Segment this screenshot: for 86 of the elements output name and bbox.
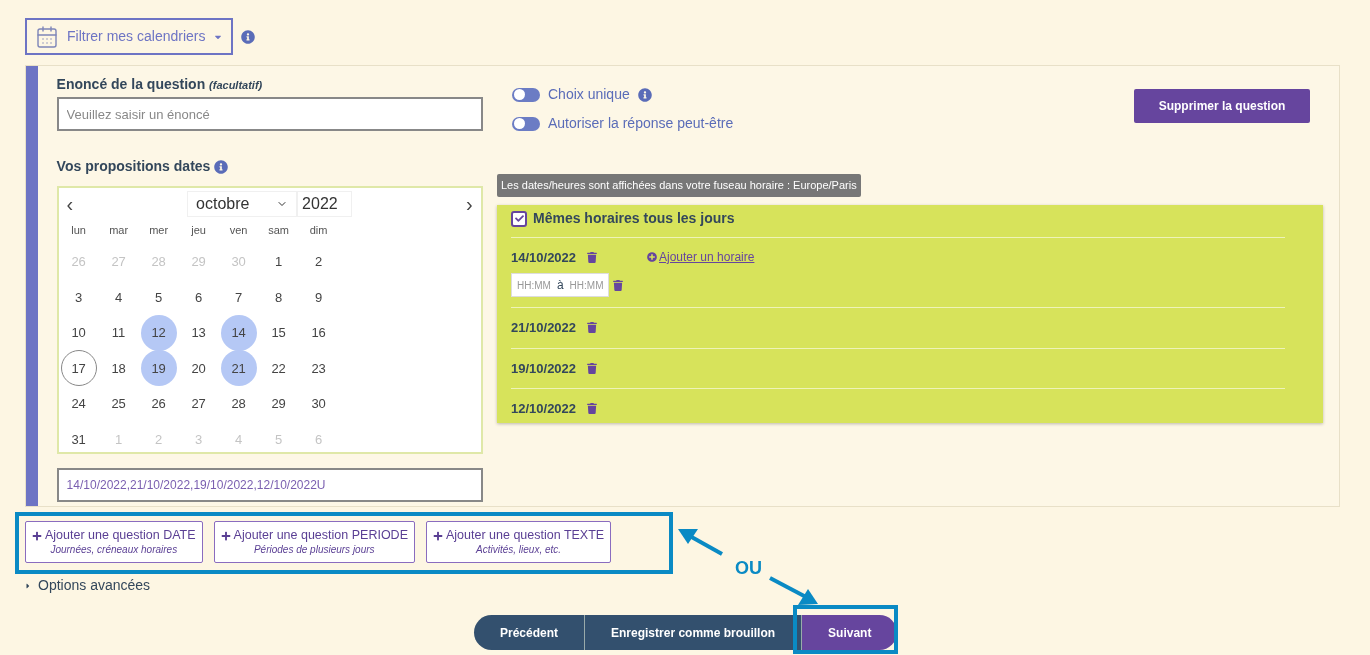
toggle-switch[interactable] [512,87,540,102]
calendar-day[interactable]: 11 [100,314,137,351]
info-icon[interactable] [637,87,652,102]
arrow [678,529,723,556]
date-label: 14/10/2022 [511,248,578,267]
next-month-button[interactable]: › [465,194,473,214]
calendar-day[interactable]: 18 [100,350,137,387]
year-field[interactable]: 2022 [297,191,353,217]
delete-question-button[interactable]: Supprimer la question [1134,89,1310,123]
previous-month-button[interactable]: ‹ [66,194,74,214]
trash-icon[interactable] [613,279,624,291]
weekday-label: lun [71,222,86,238]
calendar-day[interactable]: 24 [60,385,97,422]
date-label: 21/10/2022 [511,319,578,337]
calendar-day[interactable]: 15 [260,314,297,351]
weekday-label: mer [149,222,169,238]
calendar-day[interactable]: 28 [220,385,257,422]
month-select[interactable]: octobre [187,191,298,217]
calendar-day[interactable]: 1 [260,243,297,280]
calendar-day[interactable]: 6 [180,279,217,316]
weekday-label: jeu [191,222,206,238]
selected-dates-field[interactable]: 14/10/2022,21/10/2022,19/10/2022,12/10/2022U [56,468,483,502]
toggle-label: Autoriser la réponse peut-être [548,114,734,133]
checkbox[interactable] [511,210,527,227]
plus-icon [220,530,231,541]
start-time-placeholder: HH:MM [517,278,551,293]
filter-calendars-button[interactable]: Filtrer mes calendriers [25,18,234,55]
plus-icon [432,530,443,541]
weekday-label: dim [309,222,328,238]
weekday-label: sam [268,222,289,238]
calendar-day[interactable]: 19 [140,350,177,387]
check-icon [514,214,524,223]
calendar-day[interactable]: 20 [180,350,217,387]
info-icon[interactable] [214,159,229,174]
question-input[interactable]: Veuillez saisir un énoncé [56,97,483,131]
arrow [769,576,818,605]
timezone-note: Les dates/heures sont affichées dans votre fuseau horaire : Europe/Paris [497,174,861,197]
time-range-field[interactable]: HH:MM à HH:MM [511,273,610,297]
add-question-button[interactable]: Ajouter une question PERIODE Périodes de plusieurs jours [213,521,415,563]
dates-label: Vos propositions dates [56,157,211,176]
add-question-button[interactable]: Ajouter une question DATE Journées, créneaux horaires [25,521,203,563]
annotation-text: OU [735,557,762,580]
calendar-day[interactable]: 5 [140,279,177,316]
calendar-day[interactable]: 22 [260,350,297,387]
calendar-icon [35,24,59,49]
toggle-label: Choix unique [548,85,630,104]
weekday-label: mar [109,222,129,238]
calendar-day[interactable]: 8 [260,279,297,316]
calendar-day[interactable]: 10 [60,314,97,351]
question-label: Enoncé de la question (facultatif) [56,75,264,94]
calendar-day[interactable]: 2 [300,243,337,280]
trash-icon[interactable] [587,362,597,374]
calendar-day[interactable]: 21 [220,350,257,387]
nav-button[interactable]: Enregistrer comme brouillon [585,615,803,650]
calendar-day[interactable]: 3 [60,279,97,316]
calendar-day[interactable]: 27 [180,385,217,422]
add-question-button[interactable]: Ajouter une question TEXTE Activités, lieux, etc. [425,521,612,563]
calendar-day[interactable]: 7 [220,279,257,316]
trash-icon[interactable] [587,403,597,415]
calendar-day[interactable]: 13 [180,314,217,351]
separator-text: à [556,277,564,294]
trash-icon[interactable] [587,251,597,263]
calendar-day[interactable]: 29 [260,385,297,422]
date-label: 12/10/2022 [511,400,578,418]
caret-icon [24,581,32,590]
toggle-switch[interactable] [512,116,540,131]
add-time-link[interactable]: Ajouter un horaire [647,248,755,267]
calendar-day[interactable]: 4 [100,279,137,316]
checkbox-label: Mêmes horaires tous les jours [533,209,735,228]
nav-button[interactable]: Précédent [474,615,586,650]
calendar-day[interactable]: 16 [300,314,337,351]
calendar-day[interactable]: 25 [100,385,137,422]
info-icon[interactable] [241,29,256,44]
calendar-day[interactable]: 9 [300,279,337,316]
calendar-day[interactable]: 31 [60,421,97,458]
date-label: 19/10/2022 [511,359,578,378]
calendar-day[interactable]: 23 [300,350,337,387]
advanced-options-toggle[interactable]: Options avancées [24,575,151,596]
trash-icon[interactable] [587,322,597,334]
weekday-label: ven [229,222,248,238]
calendar-day[interactable]: 12 [140,314,177,351]
calendar-day[interactable]: 30 [300,385,337,422]
calendar-day[interactable]: 14 [220,314,257,351]
end-time-placeholder: HH:MM [569,278,604,293]
calendar-day[interactable]: 26 [140,385,177,422]
plus-icon [32,530,42,541]
